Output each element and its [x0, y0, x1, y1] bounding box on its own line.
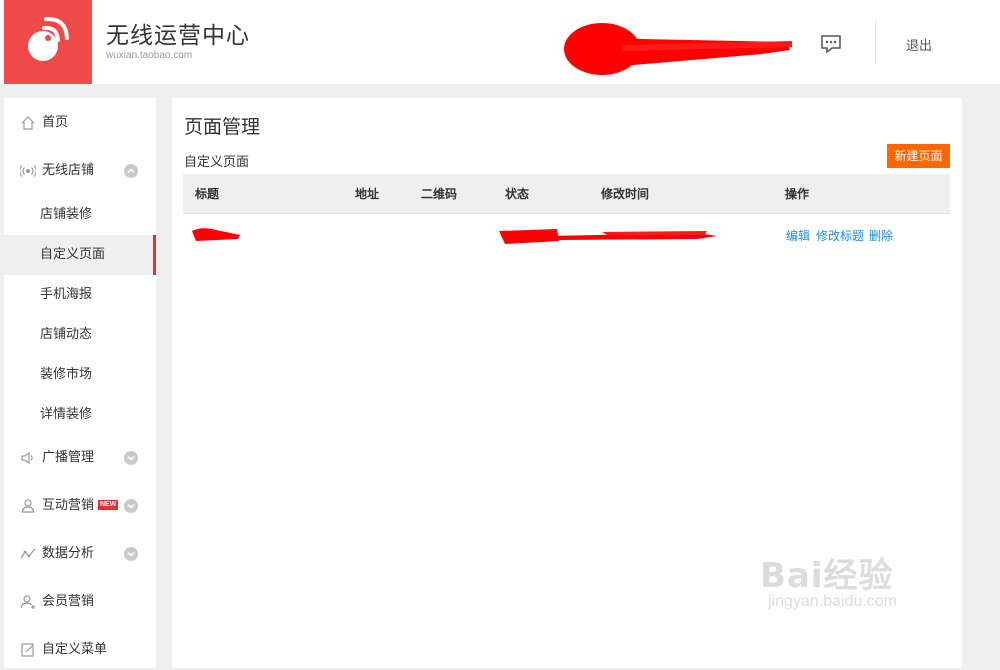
- baidu-watermark: Bai经验 jingyan.baidu.com: [760, 548, 897, 611]
- member-icon: [20, 595, 35, 609]
- new-page-button[interactable]: 新建页面: [887, 144, 950, 168]
- sidebar-item-wireless-shop[interactable]: 无线店铺: [4, 151, 156, 191]
- redacted-username: [564, 23, 793, 75]
- page-title: 页面管理: [184, 116, 261, 138]
- sidebar-subitem-shop-decoration[interactable]: 店铺装修: [4, 195, 156, 235]
- sidebar-subitem-label: 手机海报: [40, 287, 93, 302]
- sidebar-item-broadcast[interactable]: 广播管理: [4, 438, 156, 478]
- logo[interactable]: [4, 0, 92, 84]
- sidebar-subitem-label: 店铺装修: [40, 207, 93, 222]
- brand-title: 无线运营中心: [106, 23, 250, 49]
- sidebar-subitem-label: 自定义页面: [40, 247, 106, 262]
- column-header-actions: 操作: [785, 187, 810, 201]
- column-header-address: 地址: [355, 187, 380, 201]
- wireless-icon: [20, 165, 36, 177]
- delete-link[interactable]: 删除: [869, 229, 893, 243]
- watermark-logo: Bai经验: [760, 556, 894, 596]
- sidebar-item-label: 无线店铺: [42, 163, 95, 178]
- brand: 无线运营中心 wuxian.taobao.com: [106, 22, 250, 62]
- column-header-status: 状态: [505, 187, 530, 201]
- sidebar-item-label: 会员营销: [42, 594, 95, 609]
- message-icon[interactable]: [820, 34, 842, 54]
- brand-subtitle: wuxian.taobao.com: [106, 50, 193, 61]
- sidebar-subitem-detail-decoration[interactable]: 详情装修: [4, 395, 156, 435]
- column-header-qrcode: 二维码: [421, 187, 458, 201]
- sidebar: 首页 无线店铺 店铺装修 自定义页面 手机海报 店铺动态 装修市场 详情装修 广…: [4, 98, 156, 668]
- table-row: 编辑 修改标题 删除: [183, 215, 950, 255]
- sidebar-item-label: 首页: [42, 115, 69, 130]
- sidebar-item-member-marketing[interactable]: 会员营销: [4, 582, 156, 622]
- sidebar-subitem-label: 装修市场: [40, 367, 93, 382]
- edit-link[interactable]: 编辑: [786, 229, 810, 243]
- chevron-up-icon[interactable]: [124, 164, 138, 178]
- sidebar-subitem-custom-page[interactable]: 自定义页面: [4, 235, 156, 275]
- sidebar-item-label: 广播管理: [42, 450, 95, 465]
- home-icon: [21, 116, 35, 130]
- column-header-modified-time: 修改时间: [601, 187, 650, 201]
- chart-icon: [20, 548, 36, 559]
- rename-link[interactable]: 修改标题: [816, 229, 864, 243]
- logout-link[interactable]: 退出: [906, 35, 932, 54]
- sidebar-item-home[interactable]: 首页: [4, 103, 156, 143]
- watermark-url: jingyan.baidu.com: [768, 593, 897, 610]
- sidebar-subitem-label: 店铺动态: [40, 327, 93, 342]
- new-badge: NEW: [98, 500, 119, 510]
- sidebar-item-interactive-marketing[interactable]: 互动营销 NEW: [4, 486, 156, 526]
- redacted-status-and-time: [499, 229, 717, 244]
- sidebar-subitem-mobile-poster[interactable]: 手机海报: [4, 275, 156, 315]
- section-title: 自定义页面: [184, 155, 250, 170]
- table-header: 标题 地址 二维码 状态 修改时间 操作: [183, 174, 950, 214]
- column-header-title: 标题: [195, 187, 220, 201]
- header-divider: [875, 20, 876, 64]
- user-icon: [21, 499, 35, 513]
- sidebar-subitem-label: 详情装修: [40, 407, 93, 422]
- edit-icon: [21, 643, 34, 657]
- sidebar-item-custom-menu[interactable]: 自定义菜单: [4, 630, 156, 670]
- chevron-down-icon[interactable]: [124, 451, 138, 465]
- chevron-down-icon[interactable]: [124, 547, 138, 561]
- wifi-logo-icon: [28, 16, 69, 61]
- sidebar-item-label: 数据分析: [42, 546, 95, 561]
- header: 无线运营中心 wuxian.taobao.com 退出: [0, 0, 1000, 84]
- sidebar-item-data-analysis[interactable]: 数据分析: [4, 534, 156, 574]
- chevron-down-icon[interactable]: [124, 499, 138, 513]
- redacted-title: [192, 228, 240, 241]
- sidebar-item-label: 自定义菜单: [42, 642, 108, 657]
- sidebar-subitem-decoration-market[interactable]: 装修市场: [4, 355, 156, 395]
- sidebar-item-label: 互动营销: [42, 498, 95, 513]
- speaker-icon: [21, 451, 33, 465]
- sidebar-subitem-shop-news[interactable]: 店铺动态: [4, 315, 156, 355]
